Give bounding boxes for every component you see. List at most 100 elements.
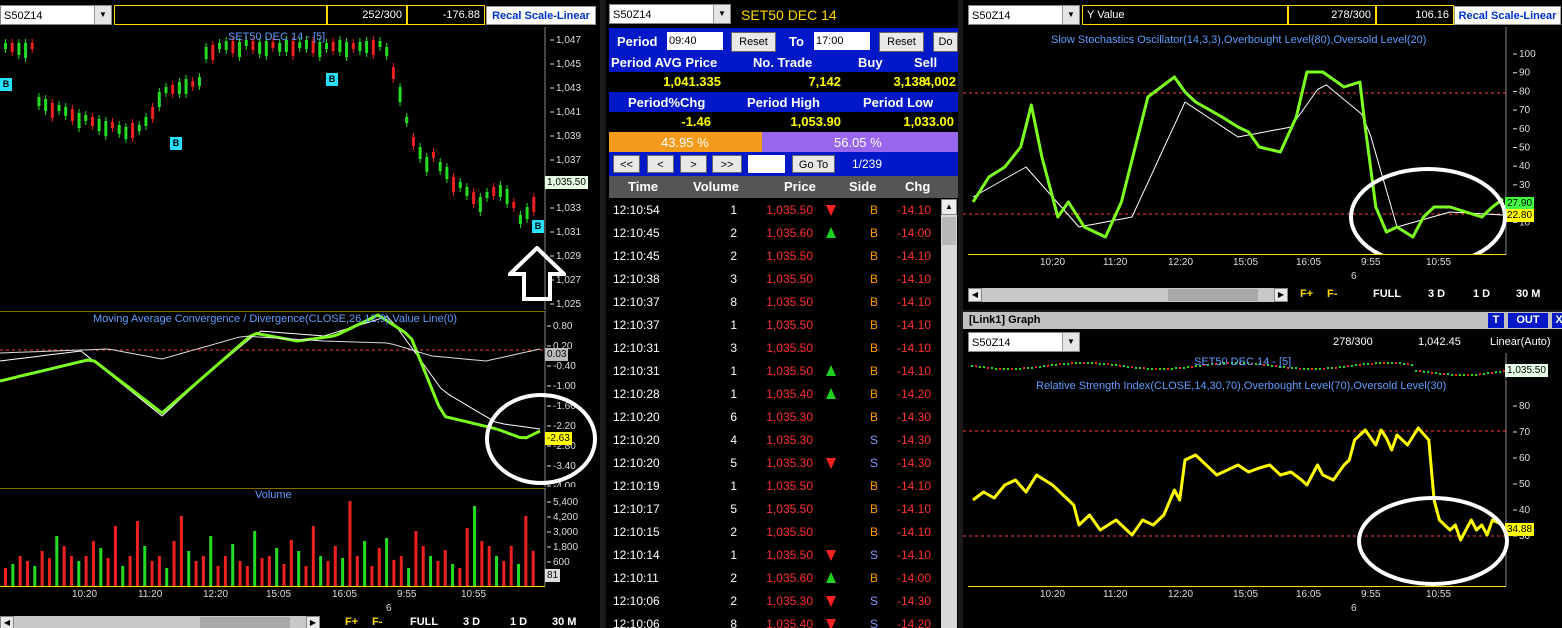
price-candle [111,122,114,128]
trade-row[interactable]: 12:10:06 2 1,035.30 S -14.30 [609,590,949,613]
scroll-thumb[interactable] [200,617,290,628]
left-symbol-select[interactable]: S50Z14 ▼ [0,5,112,25]
left-volume-title: Volume [255,489,292,501]
x-axis-time-label: 16:05 [332,589,358,600]
reset-to-button[interactable]: Reset [879,32,924,52]
trade-row[interactable]: 12:10:11 2 1,035.60 B -14.00 [609,567,949,590]
goto-button[interactable]: Go To [792,155,835,173]
t-button[interactable]: T [1488,313,1504,328]
rb-mini-tag: 1,035.50 [1505,364,1548,377]
trade-row[interactable]: 12:10:37 1 1,035.50 B -14.10 [609,314,949,337]
mini-price-candle [1375,362,1377,364]
trade-row[interactable]: 12:10:20 4 1,035.30 S -14.30 [609,429,949,452]
price-candle [177,82,181,94]
trade-row[interactable]: 12:10:20 6 1,035.30 B -14.30 [609,406,949,429]
price-up-arrow-icon [826,388,836,399]
chevron-down-icon[interactable]: ▼ [1062,6,1079,24]
trade-row[interactable]: 12:10:45 2 1,035.60 B -14.00 [609,222,949,245]
left-count-cell: 252/300 [327,5,407,25]
rsi-axis-label: 50 [1519,479,1531,490]
middle-symbol-select[interactable]: S50Z14 ▼ [609,4,731,24]
rb-scale[interactable]: Linear(Auto) [1490,336,1551,348]
30m-button[interactable]: 30 M [1516,288,1540,300]
mini-price-candle [975,365,977,367]
scroll-left-icon[interactable]: ◀ [0,616,14,628]
close-button[interactable]: X [1552,313,1562,328]
volume-bar [414,531,418,586]
prev-page-button[interactable]: < [647,155,674,173]
rt-symbol-select[interactable]: S50Z14 ▼ [968,5,1080,25]
volume-bar [275,548,279,586]
rb-symbol-select[interactable]: S50Z14 ▼ [968,332,1080,352]
trade-row[interactable]: 12:10:54 1 1,035.50 B -14.10 [609,199,949,222]
trade-row[interactable]: 12:10:28 1 1,035.40 B -14.20 [609,383,949,406]
price-candle [411,137,415,146]
volume-bar [172,541,176,586]
out-button[interactable]: OUT [1508,313,1548,328]
x-axis-time-label: 16:05 [1296,257,1322,268]
trade-row[interactable]: 12:10:06 8 1,035.40 S -14.20 [609,613,949,628]
1d-button[interactable]: 1 D [510,616,527,628]
trades-scrollbar[interactable]: ▲ [941,199,957,628]
page-input[interactable] [748,155,785,173]
full-button[interactable]: FULL [1373,288,1401,300]
mini-price-candle [1003,368,1005,370]
scroll-right-icon[interactable]: ▶ [306,616,320,628]
chevron-down-icon[interactable]: ▼ [1062,333,1079,351]
trade-time: 12:10:31 [613,364,660,378]
price-candle [131,123,135,138]
rsi-axis-label: 60 [1519,453,1531,464]
trade-row[interactable]: 12:10:31 3 1,035.50 B -14.10 [609,337,949,360]
mini-price-candle [1355,364,1357,366]
trade-row[interactable]: 12:10:45 2 1,035.50 B -14.10 [609,245,949,268]
do-button[interactable]: Do [933,32,958,52]
trade-row[interactable]: 12:10:38 3 1,035.50 B -14.10 [609,268,949,291]
3d-button[interactable]: 3 D [463,616,480,628]
trade-row[interactable]: 12:10:14 1 1,035.50 S -14.10 [609,544,949,567]
rt-scrollbar[interactable]: ◀ ▶ [968,288,1288,302]
first-page-button[interactable]: << [613,155,640,173]
volume-bar [121,566,125,586]
trade-row[interactable]: 12:10:15 2 1,035.50 B -14.10 [609,521,949,544]
left-recal-button[interactable]: Recal Scale-Linear [486,6,596,25]
volume-bar [77,561,81,586]
trade-row[interactable]: 12:10:17 5 1,035.50 B -14.10 [609,498,949,521]
chevron-down-icon[interactable]: ▼ [713,5,730,23]
trade-side: B [870,318,879,332]
zoom-out-button[interactable]: F- [1327,288,1337,300]
last-page-button[interactable]: >> [712,155,742,173]
trade-row[interactable]: 12:10:37 8 1,035.50 B -14.10 [609,291,949,314]
trade-price: 1,035.30 [766,594,813,608]
price-candle [425,157,429,172]
buy-marker: B [326,73,338,86]
next-page-button[interactable]: > [680,155,707,173]
trade-row[interactable]: 12:10:31 1 1,035.50 B -14.10 [609,360,949,383]
middle-symbol: S50Z14 [613,9,652,21]
from-time-input[interactable]: 09:40 [667,32,723,50]
30m-button[interactable]: 30 M [552,616,576,628]
scroll-left-icon[interactable]: ◀ [968,288,982,302]
scroll-up-icon[interactable]: ▲ [941,199,957,215]
zoom-in-button[interactable]: F+ [345,616,358,628]
reset-from-button[interactable]: Reset [731,32,776,52]
scroll-right-icon[interactable]: ▶ [1274,288,1288,302]
zoom-in-button[interactable]: F+ [1300,288,1313,300]
scroll-thumb[interactable] [942,217,956,245]
price-candle [378,41,382,47]
mini-price-candle [1127,366,1129,368]
volume-bar [517,564,521,586]
1d-button[interactable]: 1 D [1473,288,1490,300]
col-side: Side [849,179,877,194]
trade-row[interactable]: 12:10:20 5 1,035.30 S -14.30 [609,452,949,475]
chevron-down-icon[interactable]: ▼ [94,6,111,24]
rt-recal-button[interactable]: Recal Scale-Linear [1454,6,1561,25]
3d-button[interactable]: 3 D [1428,288,1445,300]
zoom-out-button[interactable]: F- [372,616,382,628]
mini-price-candle [1467,374,1469,376]
full-button[interactable]: FULL [410,616,438,628]
trade-row[interactable]: 12:10:19 1 1,035.50 B -14.10 [609,475,949,498]
to-time-input[interactable]: 17:00 [814,32,870,50]
scroll-thumb[interactable] [1168,289,1258,301]
left-scrollbar[interactable]: ◀ ▶ [0,616,320,628]
price-axis-label: 1,041 [556,107,581,118]
